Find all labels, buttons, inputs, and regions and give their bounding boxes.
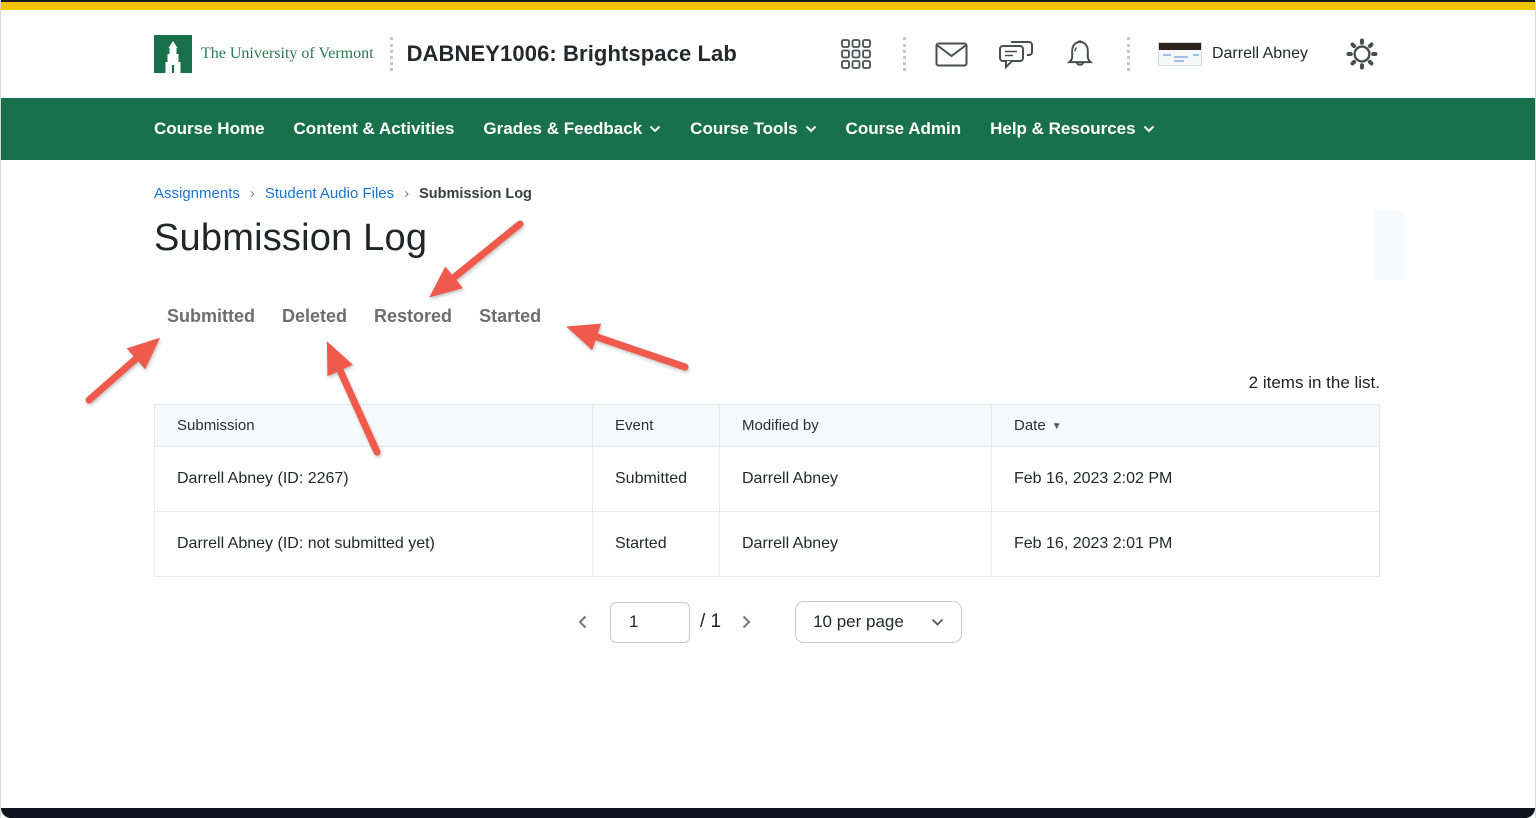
filter-tab-deleted[interactable]: Deleted: [282, 306, 347, 327]
chat-icon: [998, 40, 1033, 69]
cell-date: Feb 16, 2023 2:02 PM: [991, 446, 1380, 512]
chevron-right-icon: [742, 615, 751, 629]
email-button[interactable]: [935, 42, 968, 67]
nav-item-course-home[interactable]: Course Home: [154, 119, 265, 139]
pagination: / 1 10 per page: [154, 601, 1380, 643]
minibar-header: The University of Vermont DABNEY1006: Br…: [1, 10, 1535, 98]
avatar-thumbnail-bar: [1158, 43, 1201, 50]
breadcrumb-chevron-icon: ›: [249, 185, 255, 202]
nav-item-course-admin[interactable]: Course Admin: [846, 119, 962, 139]
chevron-down-icon: [649, 125, 661, 133]
filter-tab-started[interactable]: Started: [479, 306, 541, 327]
cell-event: Submitted: [592, 446, 720, 512]
notifications-button[interactable]: [1064, 38, 1096, 70]
nav-item-content-activities[interactable]: Content & Activities: [294, 119, 455, 139]
column-header-date[interactable]: Date ▼: [991, 404, 1380, 447]
chevron-down-icon: [805, 125, 817, 133]
bell-icon: [1066, 40, 1094, 66]
breadcrumb-current: Submission Log: [419, 185, 532, 202]
app-grid-button[interactable]: [840, 38, 872, 70]
event-filter-tabs: Submitted Deleted Restored Started: [167, 306, 1380, 327]
email-icon: [935, 42, 968, 66]
nav-item-help-resources[interactable]: Help & Resources: [990, 119, 1155, 139]
breadcrumb: Assignments › Student Audio Files › Subm…: [154, 185, 1380, 202]
sort-descending-icon: ▼: [1051, 421, 1062, 432]
gear-icon: [1346, 38, 1378, 70]
filter-tab-submitted[interactable]: Submitted: [167, 306, 255, 327]
chat-button[interactable]: [998, 39, 1034, 70]
browser-viewport: The University of Vermont DABNEY1006: Br…: [0, 0, 1536, 818]
list-summary: 2 items in the list.: [1248, 373, 1380, 392]
table-row: Darrell Abney (ID: not submitted yet) St…: [154, 511, 1380, 577]
cell-date: Feb 16, 2023 2:01 PM: [991, 511, 1380, 577]
top-accent-bar: [1, 2, 1535, 10]
user-name[interactable]: Darrell Abney: [1212, 45, 1308, 63]
app-grid-icon: [841, 39, 871, 69]
settings-button[interactable]: [1345, 37, 1379, 71]
page-total-label: / 1: [699, 611, 722, 632]
cell-modified-by: Darrell Abney: [719, 511, 992, 577]
per-page-value: 10 per page: [813, 612, 904, 631]
submission-log-table: Submission Event Modified by Date ▼ Darre…: [154, 404, 1380, 577]
uvm-logo[interactable]: [154, 35, 192, 73]
table-row: Darrell Abney (ID: 2267) Submitted Darre…: [154, 446, 1380, 512]
institution-name[interactable]: The University of Vermont: [201, 45, 374, 63]
user-avatar-thumbnail[interactable]: [1157, 42, 1202, 66]
course-title: DABNEY1006: Brightspace Lab: [406, 41, 737, 66]
chevron-down-icon: [931, 618, 944, 626]
filter-tab-restored[interactable]: Restored: [374, 306, 452, 327]
per-page-select[interactable]: 10 per page: [795, 601, 963, 643]
header-divider: [389, 37, 393, 71]
chevron-left-icon: [578, 615, 587, 629]
header-divider: [902, 37, 906, 71]
page-number-input[interactable]: [609, 601, 690, 643]
page-title: Submission Log: [154, 217, 428, 259]
cell-modified-by: Darrell Abney: [719, 446, 992, 512]
cell-event: Started: [592, 511, 720, 577]
window-bottom-bar: [1, 808, 1535, 818]
tower-icon: [165, 41, 181, 73]
cell-submission: Darrell Abney (ID: not submitted yet): [154, 511, 593, 577]
previous-page-button[interactable]: [572, 610, 594, 634]
header-divider: [1126, 37, 1130, 71]
cell-submission: Darrell Abney (ID: 2267): [154, 446, 593, 512]
nav-item-course-tools[interactable]: Course Tools: [690, 119, 816, 139]
column-header-submission[interactable]: Submission: [154, 404, 593, 447]
main-content: Assignments › Student Audio Files › Subm…: [1, 160, 1535, 643]
nav-item-grades-feedback[interactable]: Grades & Feedback: [483, 119, 661, 139]
column-header-event[interactable]: Event: [592, 404, 720, 447]
course-navbar: Course Home Content & Activities Grades …: [1, 98, 1535, 160]
column-header-modified-by[interactable]: Modified by: [719, 404, 992, 447]
scrollbar-thumb[interactable]: [1374, 210, 1404, 280]
breadcrumb-chevron-icon: ›: [404, 185, 410, 202]
next-page-button[interactable]: [735, 610, 757, 634]
breadcrumb-assignments[interactable]: Assignments: [154, 185, 240, 202]
breadcrumb-student-audio-files[interactable]: Student Audio Files: [265, 185, 394, 202]
table-header-row: Submission Event Modified by Date ▼: [154, 404, 1380, 447]
chevron-down-icon: [1143, 125, 1155, 133]
